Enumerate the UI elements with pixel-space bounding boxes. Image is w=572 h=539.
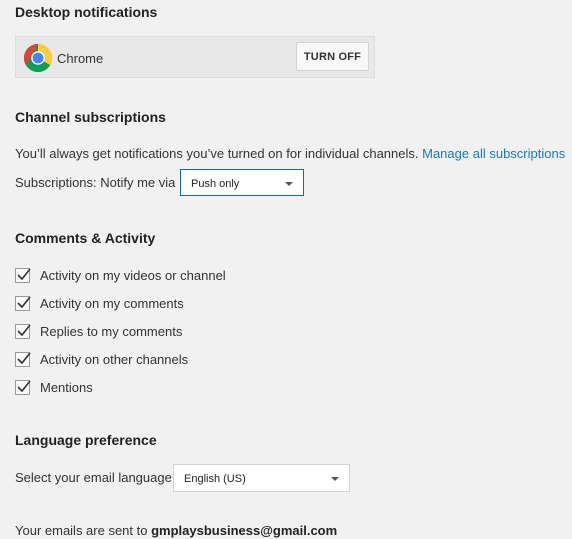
notify-via-value: Push only xyxy=(191,178,240,190)
chevron-down-icon xyxy=(331,477,339,481)
checkbox[interactable] xyxy=(15,323,31,339)
checkbox[interactable] xyxy=(15,351,31,367)
subscriptions-description: You’ll always get notifications you’ve t… xyxy=(15,146,419,161)
checkbox-label: Activity on other channels xyxy=(40,351,189,367)
turn-off-button[interactable]: TURN OFF xyxy=(296,42,369,71)
email-destination-label: Your emails are sent to xyxy=(15,523,148,538)
chrome-icon xyxy=(23,43,53,73)
subscriptions-description-row: You’ll always get notifications you’ve t… xyxy=(15,146,565,161)
chevron-down-icon xyxy=(285,182,293,186)
activity-checkbox-row[interactable]: Activity on other channels xyxy=(15,350,188,368)
checkbox[interactable] xyxy=(15,267,31,283)
checkbox-label: Activity on my videos or channel xyxy=(40,267,226,283)
checkbox[interactable] xyxy=(15,295,31,311)
activity-checkbox-row[interactable]: Replies to my comments xyxy=(15,322,182,340)
checkbox-label: Replies to my comments xyxy=(40,323,183,339)
email-address: gmplaysbusiness@gmail.com xyxy=(151,523,338,538)
notify-via-dropdown[interactable]: Push only xyxy=(180,169,304,196)
activity-checkbox-row[interactable]: Activity on my comments xyxy=(15,294,184,312)
email-language-label: Select your email language xyxy=(15,470,172,485)
language-preference-title: Language preference xyxy=(15,432,157,448)
channel-subscriptions-title: Channel subscriptions xyxy=(15,109,166,125)
checkbox[interactable] xyxy=(15,379,31,395)
email-language-value: English (US) xyxy=(184,473,246,485)
browser-name: Chrome xyxy=(57,51,104,66)
manage-subscriptions-link[interactable]: Manage all subscriptions xyxy=(422,146,565,161)
email-language-dropdown[interactable]: English (US) xyxy=(173,464,350,492)
activity-checkbox-row[interactable]: Mentions xyxy=(15,378,93,396)
desktop-notification-row: Chrome TURN OFF xyxy=(15,36,375,78)
checkbox-label: Mentions xyxy=(40,379,93,395)
desktop-notifications-title: Desktop notifications xyxy=(15,4,158,20)
activity-checkbox-row[interactable]: Activity on my videos or channel xyxy=(15,266,226,284)
comments-activity-title: Comments & Activity xyxy=(15,230,156,246)
notify-via-label: Subscriptions: Notify me via xyxy=(15,175,176,190)
email-destination-row: Your emails are sent to gmplaysbusiness@… xyxy=(15,523,337,538)
checkbox-label: Activity on my comments xyxy=(40,295,184,311)
